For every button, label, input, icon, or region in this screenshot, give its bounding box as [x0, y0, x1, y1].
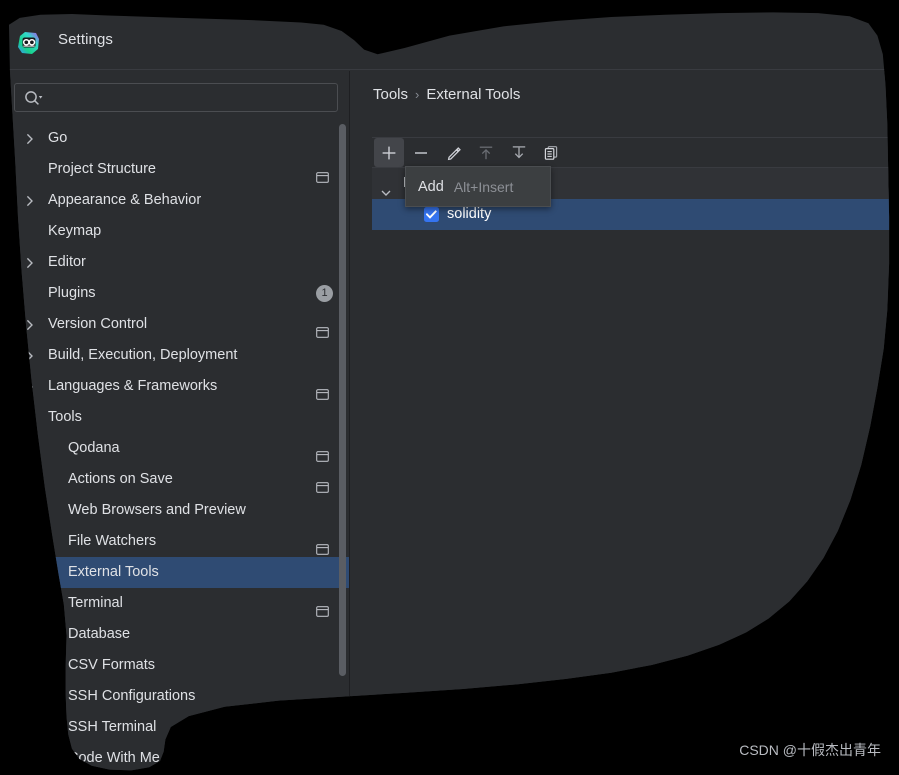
chevron-down-icon[interactable]: [24, 402, 36, 433]
copy-button[interactable]: [536, 138, 566, 167]
module-settings-icon: [316, 474, 329, 493]
module-settings-icon: [316, 443, 329, 462]
dialog-titlebar: Settings: [8, 12, 890, 70]
breadcrumb-separator-icon: ›: [415, 87, 420, 102]
breadcrumb-current: External Tools: [426, 86, 521, 103]
module-settings-icon: [316, 381, 329, 400]
minus-icon: [415, 151, 427, 154]
add-button-tooltip: Add Alt+Insert: [405, 166, 551, 207]
sidebar-item-label: SSH Configurations: [68, 688, 196, 704]
settings-sidebar: Go Project Structure Appearance & Behavior…: [8, 71, 350, 771]
chevron-right-icon[interactable]: [24, 185, 36, 216]
sidebar-item-label: Tools: [48, 409, 82, 425]
breadcrumb-parent[interactable]: Tools: [373, 86, 408, 103]
watermark: CSDN @十假杰出青年: [739, 742, 881, 758]
sidebar-item-web-browsers-and-preview[interactable]: Web Browsers and Preview: [9, 495, 349, 526]
search-input[interactable]: [49, 84, 335, 113]
sidebar-item-keymap[interactable]: Keymap: [9, 216, 349, 247]
search-icon[interactable]: [23, 89, 45, 107]
sidebar-item-appearance-behavior[interactable]: Appearance & Behavior: [9, 185, 349, 216]
edit-button[interactable]: [439, 138, 469, 167]
sidebar-scrollbar-thumb[interactable]: [339, 124, 346, 676]
sidebar-item-actions-on-save[interactable]: Actions on Save: [9, 464, 349, 495]
sidebar-item-label: Actions on Save: [68, 471, 173, 487]
sidebar-item-label: File Watchers: [68, 533, 157, 549]
sidebar-item-file-watchers[interactable]: File Watchers: [9, 526, 349, 557]
breadcrumb: Tools › External Tools: [373, 86, 520, 103]
pencil-icon: [447, 146, 461, 160]
sidebar-item-label: Build, Execution, Deployment: [48, 347, 238, 363]
move-up-button[interactable]: [471, 138, 501, 167]
tooltip-title: Add: [418, 178, 444, 195]
chevron-right-icon[interactable]: [24, 371, 36, 402]
move-down-button[interactable]: [504, 138, 534, 167]
sidebar-item-label: CSV Formats: [68, 657, 156, 673]
arrow-down-icon: [512, 145, 526, 158]
chevron-right-icon[interactable]: [24, 247, 36, 278]
sidebar-item-label: Appearance & Behavior: [48, 192, 202, 208]
sidebar-item-qodana[interactable]: Qodana: [9, 433, 349, 464]
module-settings-icon: [316, 598, 329, 617]
sidebar-item-build-execution-deployment[interactable]: Build, Execution, Deployment: [9, 340, 349, 371]
sidebar-item-label: Languages & Frameworks: [48, 378, 218, 394]
dialog-mask: Settings Go Project Structure Appearance &…: [8, 12, 890, 771]
sidebar-item-database[interactable]: Database: [9, 619, 349, 650]
tooltip-shortcut: Alt+Insert: [453, 178, 514, 195]
external-tools-toolbar: [372, 137, 890, 168]
chevron-right-icon[interactable]: [24, 340, 36, 371]
sidebar-item-go[interactable]: Go: [9, 123, 349, 154]
sidebar-item-label: Web Browsers and Preview: [68, 502, 246, 518]
sidebar-item-label: External Tools: [68, 564, 159, 580]
settings-content-panel: Tools › External Tools solidity Add Alt+…: [351, 71, 890, 771]
chevron-right-icon[interactable]: [46, 619, 58, 650]
sidebar-item-label: Editor: [48, 254, 86, 270]
copy-icon: [544, 145, 558, 160]
sidebar-item-code-with-me[interactable]: Code With Me: [9, 743, 349, 770]
sidebar-item-plugins[interactable]: Plugins 1: [9, 278, 349, 309]
sidebar-item-label: Code With Me: [68, 750, 160, 766]
settings-tree: Go Project Structure Appearance & Behavior…: [8, 123, 349, 770]
sidebar-item-ssh-terminal[interactable]: SSH Terminal: [9, 712, 349, 743]
sidebar-item-label: Database: [68, 626, 131, 642]
module-settings-icon: [316, 691, 329, 710]
sidebar-item-csv-formats[interactable]: CSV Formats: [9, 650, 349, 681]
check-icon: [426, 210, 437, 219]
settings-dialog: Settings Go Project Structure Appearance &…: [8, 12, 890, 771]
arrow-up-icon: [479, 146, 493, 159]
sidebar-item-tools[interactable]: Tools: [9, 402, 349, 433]
sidebar-item-terminal[interactable]: Terminal: [9, 588, 349, 619]
add-button[interactable]: [374, 138, 404, 167]
sidebar-item-label: SSH Terminal: [68, 719, 157, 735]
sidebar-item-ssh-configurations[interactable]: SSH Configurations: [9, 681, 349, 712]
sidebar-item-project-structure[interactable]: Project Structure: [9, 154, 349, 185]
sidebar-item-external-tools[interactable]: External Tools: [8, 557, 349, 588]
plus-icon: [382, 146, 396, 159]
sidebar-item-label: Keymap: [48, 223, 102, 239]
sidebar-item-label: Version Control: [48, 316, 148, 332]
module-settings-icon: [316, 319, 329, 338]
dialog-title: Settings: [58, 31, 113, 48]
plugins-update-badge: 1: [316, 285, 333, 302]
search-box[interactable]: [14, 83, 338, 113]
goland-icon: [16, 30, 42, 56]
external-tools-list: External Tools solidity: [372, 168, 890, 768]
module-settings-icon: [316, 164, 329, 183]
sidebar-item-editor[interactable]: Editor: [9, 247, 349, 278]
tool-item-checkbox[interactable]: [424, 207, 439, 222]
sidebar-item-label: Terminal: [68, 595, 123, 611]
sidebar-item-label: Qodana: [68, 440, 120, 456]
sidebar-item-label: Go: [48, 130, 68, 146]
sidebar-scrollbar[interactable]: [339, 124, 346, 728]
screenshot-root: Settings Go Project Structure Appearance &…: [0, 0, 899, 775]
chevron-right-icon[interactable]: [24, 309, 36, 340]
chevron-right-icon[interactable]: [24, 123, 36, 154]
chevron-down-icon[interactable]: [380, 179, 392, 196]
sidebar-item-label: Project Structure: [48, 161, 156, 177]
remove-button[interactable]: [406, 138, 436, 167]
sidebar-item-label: Plugins: [48, 285, 96, 301]
module-settings-icon: [316, 536, 329, 555]
sidebar-item-languages-frameworks[interactable]: Languages & Frameworks: [9, 371, 349, 402]
sidebar-item-version-control[interactable]: Version Control: [9, 309, 349, 340]
